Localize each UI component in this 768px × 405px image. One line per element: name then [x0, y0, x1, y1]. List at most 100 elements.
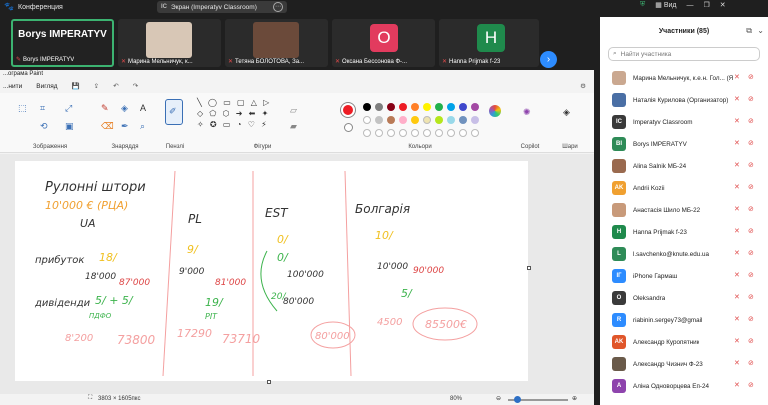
arrow-mark: [260, 250, 278, 312]
color-swatch[interactable]: [423, 116, 431, 124]
color-swatch[interactable]: [411, 103, 419, 111]
participant-photo: [146, 22, 192, 58]
color-swatch[interactable]: [375, 103, 383, 111]
participant-row[interactable]: AK Andrii Kozii ✕ ⊘: [600, 177, 768, 199]
custom-color-slot[interactable]: [363, 129, 371, 137]
close-icon[interactable]: ✕: [720, 1, 726, 9]
search-input[interactable]: Найти участника: [621, 51, 672, 58]
collapse-icon[interactable]: ⌄: [757, 26, 764, 35]
participant-row[interactable]: A Аліна Одноворцева Еп-24 ✕ ⊘: [600, 375, 768, 397]
board-text: Рулонні штори: [45, 180, 146, 195]
select-icon[interactable]: ⬚: [18, 103, 27, 114]
video-tile[interactable]: ✕ Тетяна БОЛОТОВА, За...: [225, 19, 328, 67]
custom-color-slot[interactable]: [447, 129, 455, 137]
layers-icon[interactable]: ◈: [563, 107, 570, 118]
more-icon[interactable]: ⋯: [273, 2, 283, 12]
participant-row[interactable]: Марина Мельничук, к.е.н. Гол... (Я) ✕ ⊘: [600, 67, 768, 89]
resize-handle[interactable]: [527, 266, 531, 270]
restore-icon[interactable]: ❐: [704, 1, 710, 9]
next-page-button[interactable]: ›: [540, 51, 557, 68]
participant-row[interactable]: Александр Чизнич Ф-23 ✕ ⊘: [600, 353, 768, 375]
video-tile[interactable]: H ✕ Hanna Prijmak f-23: [439, 19, 539, 67]
participant-row[interactable]: IГ iPhone Гармаш ✕ ⊘: [600, 265, 768, 287]
participant-photo: [253, 22, 299, 58]
custom-color-slot[interactable]: [411, 129, 419, 137]
custom-color-slot[interactable]: [459, 129, 467, 137]
color-swatch[interactable]: [459, 116, 467, 124]
participant-row[interactable]: Анастасія Шило МБ-22 ✕ ⊘: [600, 199, 768, 221]
zoom-thumb[interactable]: [514, 396, 521, 403]
color-swatch[interactable]: [399, 116, 407, 124]
zoom-out-icon[interactable]: ⊖: [496, 395, 501, 402]
video-tile[interactable]: ✕ Марина Мельничук, к...: [118, 19, 221, 67]
color-swatch[interactable]: [375, 116, 383, 124]
outline-icon[interactable]: ▱: [290, 105, 297, 116]
participant-row[interactable]: AK Александр Куропятник ✕ ⊘: [600, 331, 768, 353]
custom-color-slot[interactable]: [375, 129, 383, 137]
screen-share-tab[interactable]: IC Экран (Imperatyv Classroom) ⋯: [157, 1, 287, 13]
share-icon[interactable]: ⇪: [94, 82, 99, 90]
color-swatch[interactable]: [435, 116, 443, 124]
magnifier-icon[interactable]: ⌕: [140, 121, 145, 132]
participant-row[interactable]: Rriabinin.sergey73@gmail ✕ ⊘: [600, 309, 768, 331]
drawing-canvas[interactable]: Рулонні штори 10'000 € (РЦА) UA PL EST Б…: [15, 161, 531, 384]
shapes-gallery[interactable]: ╲ ◯ ▭ ▢ △ ▷ ◇ ⬠ ⬡ ➜ ⬅ ✦ ✧ ✪ ▭ ◔ ♡ ⚡: [197, 97, 282, 137]
color-swatch[interactable]: [459, 103, 467, 111]
participant-row[interactable]: O Oleksandra ✕ ⊘: [600, 287, 768, 309]
custom-color-slot[interactable]: [399, 129, 407, 137]
participant-row[interactable]: Alina Salnik МБ-24 ✕ ⊘: [600, 155, 768, 177]
color-swatch[interactable]: [471, 116, 479, 124]
popout-icon[interactable]: ⧉: [746, 26, 752, 36]
save-icon[interactable]: 💾: [72, 82, 80, 90]
custom-color-slot[interactable]: [471, 129, 479, 137]
zoom-level[interactable]: 80%: [450, 396, 462, 402]
zoom-in-icon[interactable]: ⊕: [572, 395, 577, 402]
menu-item[interactable]: ...нити: [3, 83, 22, 90]
text-icon[interactable]: A: [140, 103, 146, 113]
custom-color-slot[interactable]: [435, 129, 443, 137]
crop-icon[interactable]: ⌗: [40, 103, 45, 114]
participant-search[interactable]: ⌕ Найти участника: [608, 47, 760, 61]
color-swatch[interactable]: [471, 103, 479, 111]
fill-icon[interactable]: ◈: [121, 103, 128, 114]
secondary-color[interactable]: [344, 123, 353, 132]
color-swatch[interactable]: [387, 116, 395, 124]
pencil-icon[interactable]: ✎: [101, 103, 109, 114]
video-tile[interactable]: Borys IMPERATYV ✎ Borys IMPERATYV: [11, 19, 114, 67]
color-swatch[interactable]: [387, 103, 395, 111]
participant-row[interactable]: BI Borys IMPERATYV ✕ ⊘: [600, 133, 768, 155]
minimize-icon[interactable]: —: [687, 2, 694, 9]
participant-row[interactable]: Ll.savchenko@knute.edu.ua ✕ ⊘: [600, 243, 768, 265]
color-swatch[interactable]: [363, 116, 371, 124]
copilot-icon[interactable]: ✺: [523, 107, 531, 118]
eraser-icon[interactable]: ⌫: [101, 121, 114, 132]
participant-row[interactable]: H Hanna Prijmak f-23 ✕ ⊘: [600, 221, 768, 243]
color-swatch[interactable]: [447, 116, 455, 124]
color-swatch[interactable]: [363, 103, 371, 111]
redo-icon[interactable]: ↷: [133, 82, 138, 90]
color-swatch[interactable]: [399, 103, 407, 111]
primary-color[interactable]: [341, 103, 355, 117]
color-swatch[interactable]: [447, 103, 455, 111]
participant-row[interactable]: Наталія Курилова (Организатор) ✕ ⊘: [600, 89, 768, 111]
color-swatch[interactable]: [423, 103, 431, 111]
rotate-icon[interactable]: ⟲: [40, 121, 48, 132]
color-swatch[interactable]: [411, 116, 419, 124]
video-tile[interactable]: O ✕ Оксана Бессонова Ф-...: [332, 19, 435, 67]
zoom-slider[interactable]: [508, 396, 568, 403]
undo-icon[interactable]: ↶: [113, 82, 118, 90]
menu-item[interactable]: Вигляд: [36, 83, 57, 90]
custom-color-slot[interactable]: [423, 129, 431, 137]
edit-colors-button[interactable]: [489, 105, 501, 117]
fill-shape-icon[interactable]: ▰: [290, 121, 297, 132]
custom-color-slot[interactable]: [387, 129, 395, 137]
resize-handle[interactable]: [267, 380, 271, 384]
view-button[interactable]: ▦ Вид: [655, 1, 676, 9]
settings-icon[interactable]: ⚙: [580, 82, 586, 90]
resize-icon[interactable]: ⤢: [65, 103, 72, 114]
color-swatch[interactable]: [435, 103, 443, 111]
image-icon[interactable]: ▣: [65, 121, 74, 132]
color-picker-icon[interactable]: ✒: [121, 121, 129, 132]
participant-row[interactable]: IC Imperatyv Classroom ✕ ⊘: [600, 111, 768, 133]
share-label: Экран (Imperatyv Classroom): [171, 3, 257, 11]
